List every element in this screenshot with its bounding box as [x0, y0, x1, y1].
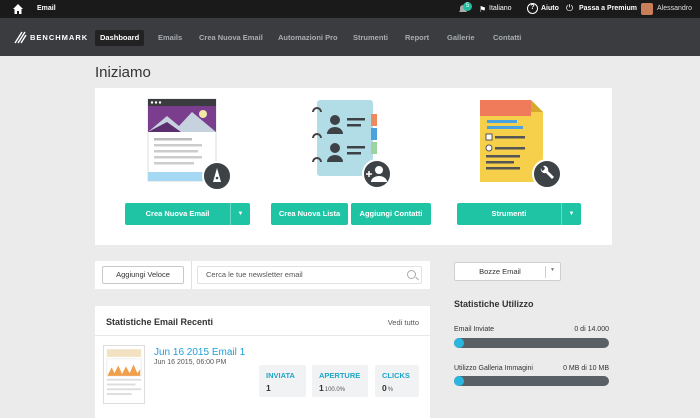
add-contacts-button[interactable]: Aggiungi Contatti — [351, 203, 431, 225]
chevron-down-icon[interactable]: ▼ — [561, 203, 581, 225]
recent-email-stats-card: Statistiche Email Recenti Vedi tutto Jun… — [95, 306, 430, 418]
benchmark-logo[interactable]: BENCHMARK — [14, 30, 88, 44]
metric-value: 1 — [266, 383, 271, 393]
drafts-dropdown-button[interactable]: Bozze Email ▼ — [454, 262, 561, 281]
nav-tools[interactable]: Strumenti — [348, 30, 393, 46]
user-name[interactable]: Alessandro — [657, 5, 692, 12]
drafts-label: Bozze Email — [479, 267, 521, 276]
metric-sent: INVIATA 1 — [259, 365, 306, 397]
notification-count-badge: 5 — [463, 2, 472, 11]
tools-button[interactable]: Strumenti ▼ — [457, 203, 581, 225]
search-icon[interactable] — [407, 270, 416, 279]
usage-value-emails: 0 di 14.000 — [574, 326, 609, 333]
email-thumbnail[interactable] — [103, 345, 145, 404]
nav-automation[interactable]: Automazioni Pro — [273, 30, 343, 46]
usage-bar-emails — [454, 338, 609, 348]
nav-contacts[interactable]: Contatti — [488, 30, 526, 46]
logo-text: BENCHMARK — [30, 32, 89, 42]
usage-bar-fill — [454, 338, 464, 348]
metric-label: CLICKS — [382, 371, 410, 380]
avatar[interactable] — [641, 3, 653, 15]
chevron-down-icon[interactable]: ▼ — [550, 267, 555, 273]
metric-value: 0% — [382, 383, 394, 393]
usage-bar-fill — [454, 376, 464, 386]
divider — [191, 261, 192, 289]
section-label: Email — [37, 5, 56, 12]
create-email-button[interactable]: Crea Nuova Email ▼ — [125, 203, 250, 225]
upgrade-premium-link[interactable]: Passa a Premium — [579, 5, 637, 12]
flag-icon[interactable]: ⚑ — [479, 5, 486, 14]
view-all-link[interactable]: Vedi tutto — [388, 318, 419, 327]
metric-label: INVIATA — [266, 371, 295, 380]
metric-label: APERTURE — [319, 371, 361, 380]
metric-opens: APERTURE 1100.0% — [312, 365, 368, 397]
nav-reports[interactable]: Report — [400, 30, 434, 46]
tools-label: Strumenti — [491, 209, 527, 218]
usage-bar-gallery — [454, 376, 609, 386]
home-icon[interactable] — [12, 3, 24, 15]
create-list-button[interactable]: Crea Nuova Lista — [271, 203, 348, 225]
email-date: Jun 16 2015, 06:00 PM — [154, 359, 227, 366]
usage-stats-title: Statistiche Utilizzo — [454, 299, 534, 309]
top-bar: Email 5 ⚑ Italiano ? Aiuto ⏻ Passa a Pre… — [0, 0, 700, 18]
tools-document-illustration — [480, 100, 562, 189]
quick-add-button[interactable]: Aggiungi Veloce — [102, 266, 184, 284]
metric-value: 1100.0% — [319, 383, 346, 393]
language-selector[interactable]: Italiano — [489, 5, 512, 12]
email-title-link[interactable]: Jun 16 2015 Email 1 — [154, 347, 245, 358]
metric-clicks: CLICKS 0% — [375, 365, 419, 397]
logo-mark-icon — [14, 31, 27, 43]
page-title: Iniziamo — [95, 64, 151, 81]
nav-dashboard[interactable]: Dashboard — [95, 30, 145, 46]
newsletter-search-input[interactable]: Cerca le tue newsletter email — [197, 266, 422, 284]
divider — [545, 266, 546, 278]
nav-emails[interactable]: Emails — [153, 30, 187, 46]
help-icon[interactable]: ? — [527, 3, 538, 14]
search-toolbar: Aggiungi Veloce Cerca le tue newsletter … — [95, 261, 430, 289]
stats-title: Statistiche Email Recenti — [106, 317, 214, 327]
contacts-book-illustration — [312, 100, 392, 189]
stats-header: Statistiche Email Recenti Vedi tutto — [95, 306, 430, 336]
power-icon[interactable]: ⏻ — [566, 3, 573, 14]
main-nav: BENCHMARK Dashboard Emails Crea Nuova Em… — [0, 18, 700, 56]
email-document-illustration — [147, 98, 232, 190]
nav-create-email[interactable]: Crea Nuova Email — [194, 30, 268, 46]
nav-galleries[interactable]: Gallerie — [442, 30, 480, 46]
create-email-label: Crea Nuova Email — [145, 209, 210, 218]
getting-started-card: Crea Nuova Email ▼ Crea Nuova Lista Aggi… — [95, 88, 612, 245]
help-link[interactable]: Aiuto — [541, 5, 559, 12]
usage-value-gallery: 0 MB di 10 MB — [563, 365, 609, 372]
chevron-down-icon[interactable]: ▼ — [230, 203, 250, 225]
